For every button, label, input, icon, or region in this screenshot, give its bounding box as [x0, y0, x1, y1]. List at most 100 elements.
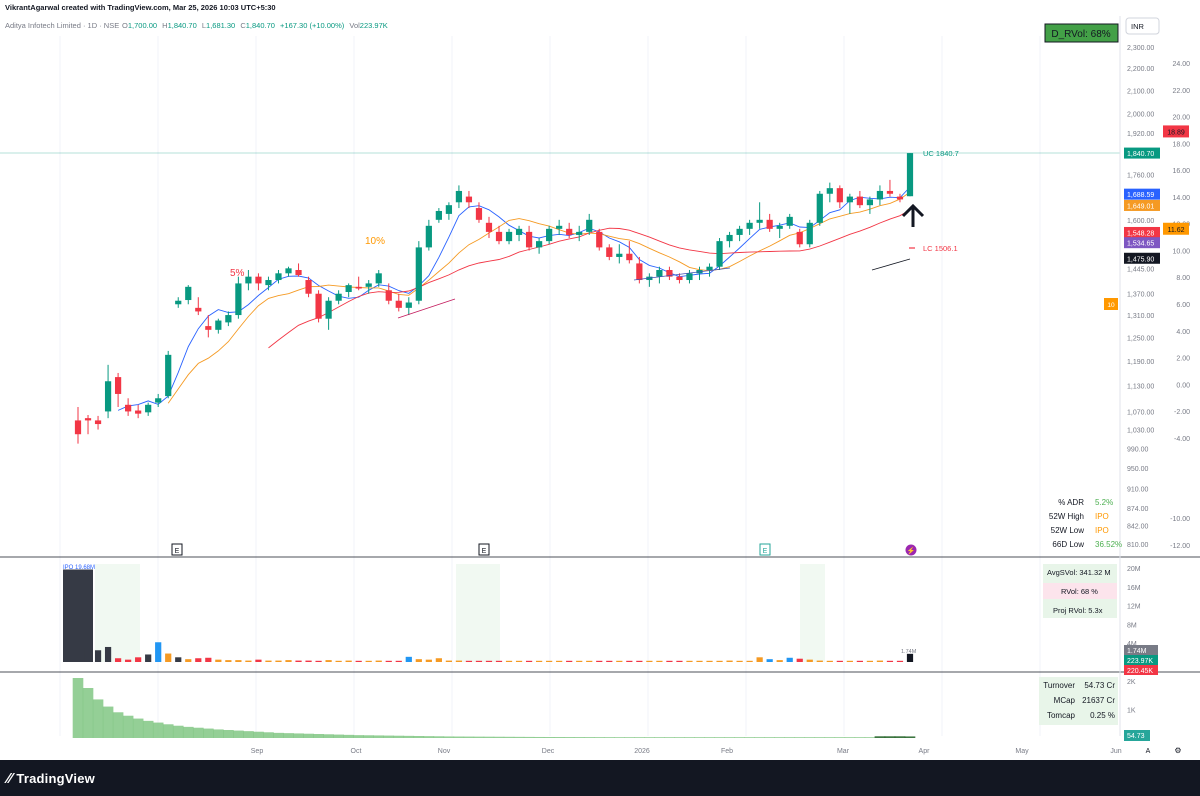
turnover-bar	[373, 735, 385, 738]
volume-bar	[566, 660, 573, 662]
price-tick-label: 950.00	[1127, 466, 1149, 473]
turnover-bar	[303, 733, 314, 738]
price-label-text: 1,548.28	[1127, 230, 1154, 237]
volume-bar	[205, 657, 212, 662]
proj-rvol: Proj RVol: 5.3x	[1053, 606, 1103, 615]
turnover-bar	[724, 737, 735, 738]
tradingview-mark-icon: ⁄⁄	[7, 770, 13, 787]
candle-body	[415, 247, 422, 301]
turnover-bar	[583, 737, 595, 738]
lc-label: LC 1506.1	[923, 244, 958, 253]
volume-bar	[125, 659, 132, 662]
candle-body	[475, 208, 483, 220]
candle-body	[385, 290, 392, 301]
candle-body	[375, 273, 382, 284]
turnover-bar	[92, 699, 104, 738]
tradingview-logo[interactable]: ⁄⁄ TradingView	[7, 770, 95, 787]
volume-bar	[686, 660, 693, 662]
volume-bar	[215, 659, 222, 662]
candle-body	[125, 404, 132, 412]
volume-bar	[836, 660, 843, 662]
candle-body	[706, 266, 713, 270]
candle-body	[536, 241, 543, 248]
volume-bar	[826, 660, 833, 662]
footer-bar: ⁄⁄ TradingView	[0, 760, 1200, 796]
secondary-tick-label: 20.00	[1172, 115, 1190, 122]
time-tick-label: Jun	[1110, 748, 1121, 755]
candle-body	[816, 193, 823, 223]
candle-body	[616, 253, 623, 257]
price-tick-label: 1,130.00	[1127, 383, 1154, 390]
turnover-bar	[313, 734, 324, 738]
volume-bar	[94, 650, 102, 662]
event-label: ⚡	[907, 546, 916, 555]
stats-label: 52W High	[1049, 512, 1084, 521]
turnover-bar	[192, 727, 204, 738]
volume-bar	[896, 660, 904, 662]
turnover-bar	[493, 736, 505, 738]
turnover-row-value: 21637 Cr	[1082, 696, 1115, 705]
candle-body	[345, 285, 352, 292]
turnover-bar	[132, 718, 144, 738]
volume-tick-label: 20M	[1127, 566, 1141, 573]
turnover-bar	[243, 731, 254, 738]
candle-body	[806, 222, 813, 245]
price-tick-label: 990.00	[1127, 446, 1149, 453]
turnover-bar	[794, 737, 806, 738]
volume-bar	[225, 660, 232, 662]
candle-body	[215, 320, 222, 330]
candle-body	[104, 381, 112, 412]
candle-body	[245, 276, 252, 284]
volume-bar	[515, 660, 523, 662]
candle-body	[876, 190, 884, 200]
candle-body	[606, 247, 613, 257]
volume-bar	[255, 659, 262, 662]
turnover-bar	[483, 736, 495, 738]
turnover-bar	[463, 736, 475, 738]
turnover-bar	[393, 735, 405, 738]
candle-body	[576, 231, 583, 235]
volume-bar	[556, 660, 563, 662]
candle-body	[145, 404, 152, 413]
chart-area[interactable]: Aditya Infotech Limited · 1D · NSE O1,70…	[0, 16, 1200, 760]
chart-canvas[interactable]: Aditya Infotech Limited · 1D · NSE O1,70…	[0, 16, 1200, 760]
price-tick-label: 2,000.00	[1127, 112, 1154, 119]
secondary-label-text: 10	[1107, 302, 1115, 309]
volume-bar	[716, 660, 723, 662]
volume-bar	[786, 657, 793, 662]
candle-body	[275, 273, 282, 281]
candle-body	[395, 300, 402, 308]
turnover-bar	[433, 736, 445, 738]
volume-bar	[315, 660, 322, 662]
volume-bar	[806, 659, 813, 662]
time-tick-label: Nov	[438, 748, 451, 755]
volume-bar	[906, 653, 914, 662]
turnover-bar	[283, 733, 294, 738]
price-label-text: 1,840.70	[1127, 151, 1154, 158]
volume-bar	[114, 658, 122, 662]
volume-highlight-band	[456, 564, 500, 662]
candle-body	[846, 196, 853, 203]
turnover-bar	[172, 725, 184, 738]
volume-bar	[866, 660, 874, 662]
stats-label: 66D Low	[1052, 540, 1084, 549]
secondary-tick-label: 14.00	[1172, 195, 1190, 202]
time-tick-label: Oct	[351, 748, 362, 755]
candle-body	[195, 307, 202, 312]
volume-label-text: 223.97K	[1127, 658, 1153, 665]
turnover-bar	[864, 737, 876, 738]
volume-bar	[505, 660, 513, 662]
turnover-bar	[674, 737, 685, 738]
settings-gear-icon[interactable]: ⚙	[1174, 746, 1181, 755]
stats-value: IPO	[1095, 526, 1109, 535]
candle-body	[586, 219, 593, 232]
legend-symbol: Aditya Infotech Limited · 1D · NSE	[5, 21, 119, 30]
turnover-bar	[503, 736, 515, 738]
volume-bar	[696, 660, 703, 662]
turnover-bar	[664, 737, 675, 738]
candle-body	[485, 222, 493, 232]
turnover-bar	[904, 736, 916, 738]
volume-label-text: 220.45K	[1127, 668, 1153, 675]
volume-bar	[295, 660, 302, 662]
stats-value: IPO	[1095, 512, 1109, 521]
